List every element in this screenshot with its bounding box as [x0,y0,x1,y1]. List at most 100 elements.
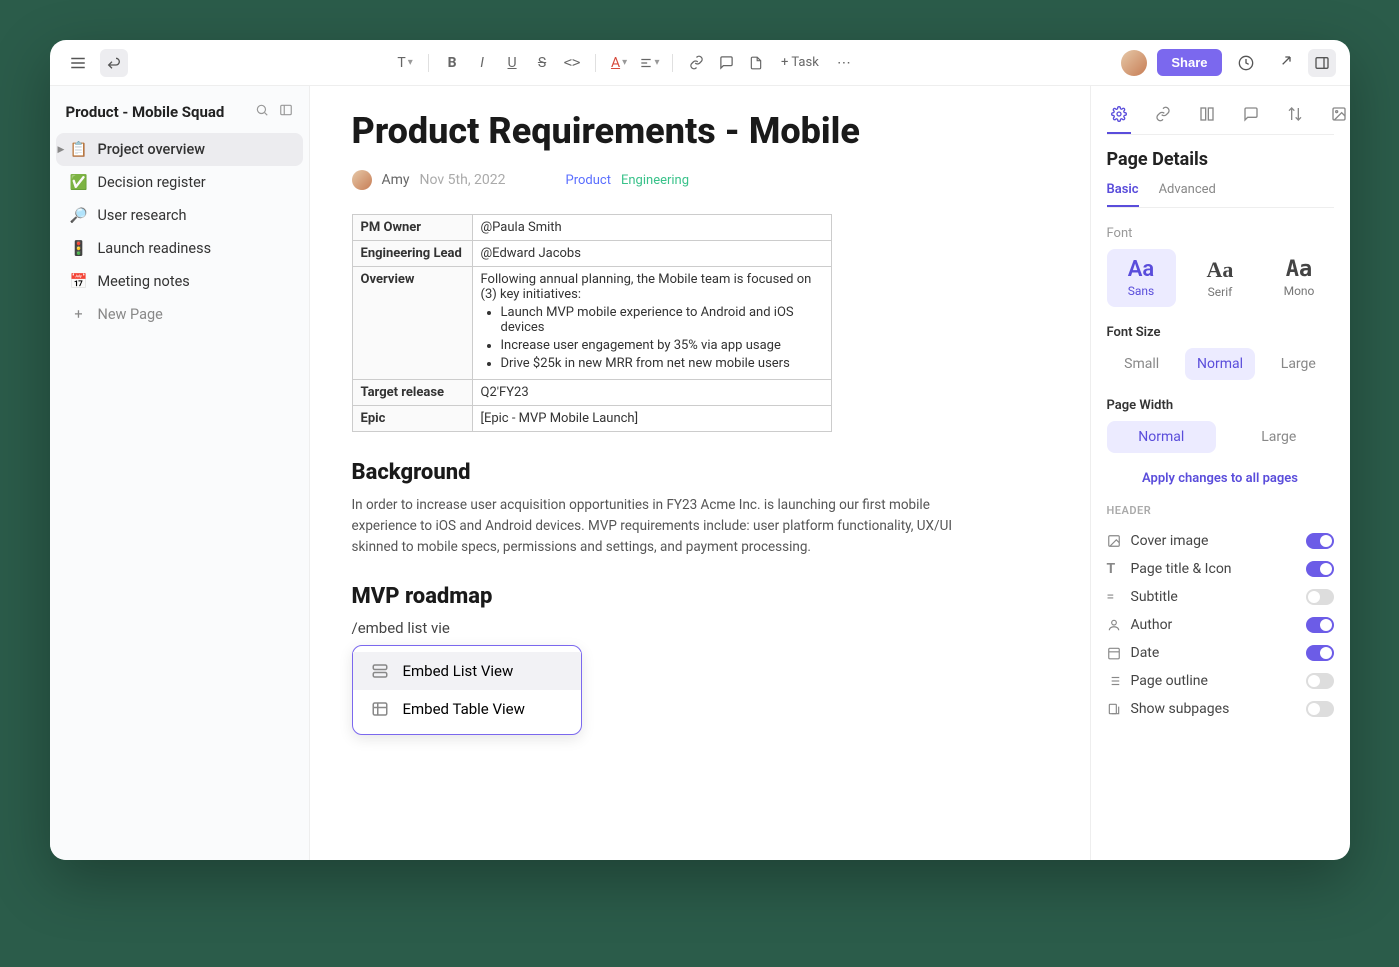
add-task-button[interactable]: + Task [773,51,827,74]
cell-value[interactable]: [Epic - MVP Mobile Launch] [472,406,831,432]
cell-value[interactable]: @Edward Jacobs [472,241,831,267]
size-large[interactable]: Large [1263,348,1333,380]
toggle-label: Page outline [1131,673,1208,689]
toggle-label: Date [1131,645,1160,661]
strikethrough-button[interactable]: S [529,50,555,76]
panel-tab-settings[interactable] [1107,100,1131,134]
page-date: Nov 5th, 2022 [420,172,506,188]
cell-value[interactable]: Q2'FY23 [472,380,831,406]
page-width-label: Page Width [1107,398,1334,413]
overview-bullet: Increase user engagement by 35% via app … [501,338,823,353]
bold-button[interactable]: B [439,50,465,76]
toggle-page-title: TPage title & Icon [1107,555,1334,583]
main-content: Product Requirements - Mobile Amy Nov 5t… [310,86,1090,860]
new-page-label: New Page [98,306,163,323]
pages-icon [1107,702,1121,716]
cell-label: Target release [352,380,472,406]
italic-button[interactable]: I [469,50,495,76]
workspace-title: Product - Mobile Squad [66,103,225,121]
embed-table-view-option[interactable]: Embed Table View [353,690,581,728]
sidebar-item-decision-register[interactable]: ✅ Decision register [56,166,303,199]
subtitle-icon: = [1107,589,1121,605]
history-icon[interactable] [1232,49,1260,77]
cell-value[interactable]: @Paula Smith [472,215,831,241]
width-large[interactable]: Large [1224,421,1334,453]
toggle-switch[interactable] [1306,673,1334,689]
download-icon[interactable] [1270,49,1298,77]
cell-value[interactable]: Following annual planning, the Mobile te… [472,267,831,380]
size-normal[interactable]: Normal [1185,348,1255,380]
font-option-serif[interactable]: AaSerif [1186,249,1255,307]
chat-icon [1243,106,1259,122]
body-columns: Product - Mobile Squad ▶ 📋 Project overv… [50,86,1350,860]
more-button[interactable]: ⋯ [831,50,857,76]
embed-list-view-option[interactable]: Embed List View [353,652,581,690]
subtab-basic[interactable]: Basic [1107,182,1139,207]
code-button[interactable]: <> [559,50,585,76]
size-small[interactable]: Small [1107,348,1177,380]
cell-label: Overview [352,267,472,380]
font-option-sans[interactable]: AaSans [1107,249,1176,307]
top-toolbar: T▾ B I U S <> A▾ ▾ + Task ⋯ [50,40,1350,86]
add-task-label: + Task [781,55,819,70]
panel-tab-comments[interactable] [1239,100,1263,134]
table-icon [371,700,389,718]
panel-tab-image[interactable] [1327,100,1350,134]
sidebar-item-launch-readiness[interactable]: 🚦 Launch readiness [56,232,303,265]
tag-product[interactable]: Product [566,173,611,188]
sidebar-item-user-research[interactable]: 🔎 User research [56,199,303,232]
sidebar-item-meeting-notes[interactable]: 📅 Meeting notes [56,265,303,298]
text-color-dropdown[interactable]: A▾ [606,50,632,76]
slash-command-text[interactable]: /embed list vie [352,619,1048,637]
sidebar-item-label: User research [98,207,187,224]
overview-bullet: Launch MVP mobile experience to Android … [501,305,823,335]
toggle-switch[interactable] [1306,561,1334,577]
underline-button[interactable]: U [499,50,525,76]
link-button[interactable] [683,50,709,76]
cell-label: Engineering Lead [352,241,472,267]
new-page-button[interactable]: + New Page [56,298,303,331]
requirements-table: PM Owner @Paula Smith Engineering Lead @… [352,214,832,432]
apply-all-link[interactable]: Apply changes to all pages [1107,471,1334,486]
sidebar-collapse-icon[interactable] [279,102,293,121]
calendar-icon [1107,646,1121,660]
toggle-switch[interactable] [1306,617,1334,633]
overview-bullet: Drive $25k in new MRR from net new mobil… [501,356,823,371]
align-dropdown[interactable]: ▾ [636,50,662,76]
subtab-advanced[interactable]: Advanced [1159,182,1216,207]
toggle-switch[interactable] [1306,645,1334,661]
background-text[interactable]: In order to increase user acquisition op… [352,495,972,558]
tag-engineering[interactable]: Engineering [621,173,689,188]
sidebar: Product - Mobile Squad ▶ 📋 Project overv… [50,86,310,860]
page-icon: 📅 [70,273,88,290]
toggle-switch[interactable] [1306,701,1334,717]
cell-label: Epic [352,406,472,432]
panel-tab-strip [1107,100,1334,135]
slash-command-popup: Embed List View Embed Table View [352,645,582,735]
sidebar-item-project-overview[interactable]: ▶ 📋 Project overview [56,133,303,166]
menu-icon[interactable] [64,49,92,77]
table-row: Target release Q2'FY23 [352,380,831,406]
panel-toggle-icon[interactable] [1308,49,1336,77]
page-icon: 📋 [70,141,88,158]
font-size-label: Font Size [1107,325,1334,340]
sidebar-item-label: Decision register [98,174,206,191]
document-button[interactable] [743,50,769,76]
panel-tab-link[interactable] [1151,100,1175,134]
page-title[interactable]: Product Requirements - Mobile [352,110,1048,152]
text-style-dropdown[interactable]: T▾ [392,50,418,76]
sort-icon [1287,106,1303,122]
toggle-switch[interactable] [1306,533,1334,549]
toggle-author: Author [1107,611,1334,639]
width-normal[interactable]: Normal [1107,421,1217,453]
panel-tab-layout[interactable] [1195,100,1219,134]
search-icon[interactable] [255,102,269,121]
toggle-switch[interactable] [1306,589,1334,605]
comment-button[interactable] [713,50,739,76]
undo-button[interactable] [100,49,128,77]
user-avatar[interactable] [1121,50,1147,76]
share-button[interactable]: Share [1157,49,1221,76]
option-label: Embed List View [403,662,514,680]
panel-tab-sort[interactable] [1283,100,1307,134]
font-option-mono[interactable]: AaMono [1265,249,1334,307]
